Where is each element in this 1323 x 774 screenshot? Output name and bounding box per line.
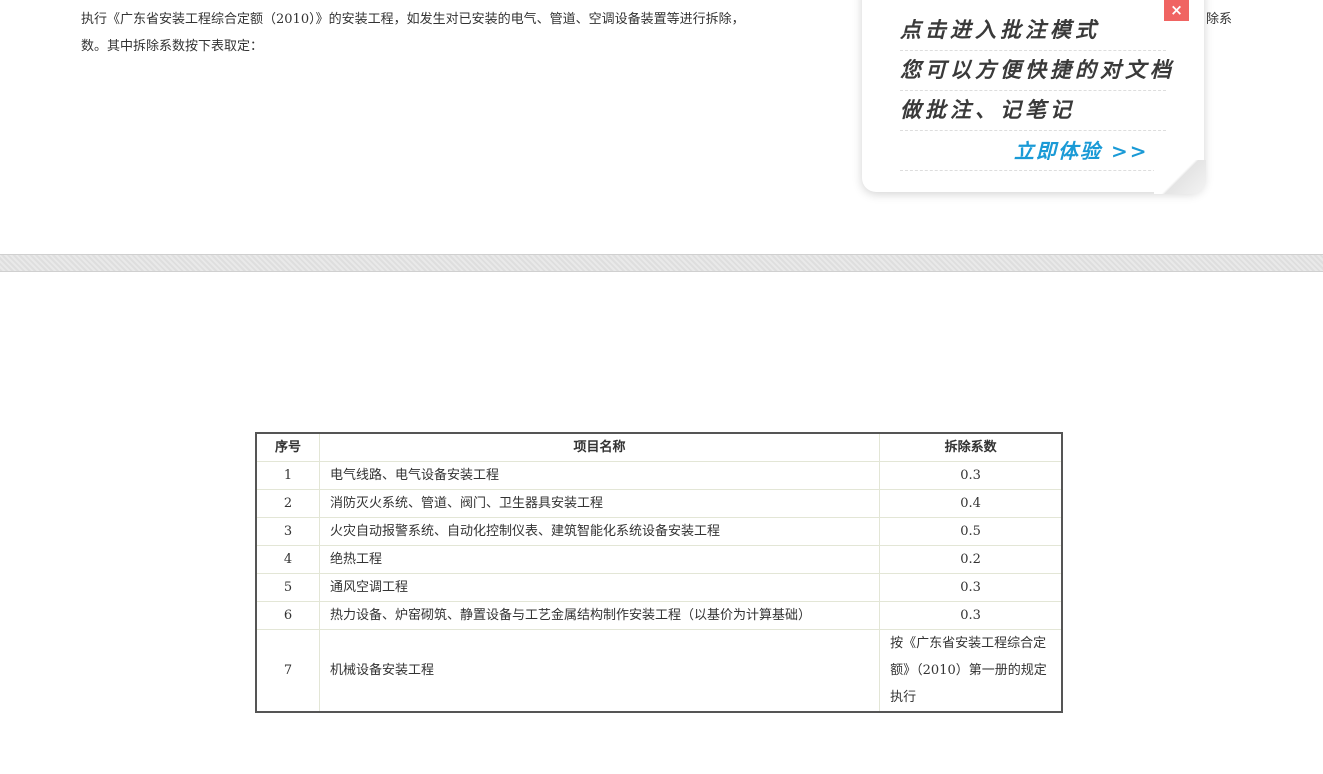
header-coefficient: 拆除系数 [879,432,1063,462]
cell-item-name: 热力设备、炉窑砌筑、静置设备与工艺金属结构制作安装工程（以基价为计算基础） [318,601,881,630]
removal-coefficient-table: 序号 项目名称 拆除系数 1 电气线路、电气设备安装工程 0.3 2 消防灭火系… [255,432,1063,713]
cell-coefficient: 0.3 [879,573,1063,602]
cell-item-name: 通风空调工程 [318,573,881,602]
table-row: 2 消防灭火系统、管道、阀门、卫生器具安装工程 0.4 [255,489,1063,518]
page-curl-decoration [1154,160,1206,194]
close-popup-button[interactable]: × [1164,0,1189,21]
cell-coefficient: 0.3 [879,601,1063,630]
document-page-lower: 序号 项目名称 拆除系数 1 电气线路、电气设备安装工程 0.3 2 消防灭火系… [0,272,1323,774]
cell-coefficient: 按《广东省安装工程综合定额》（2010）第一册的规定执行 [879,629,1063,713]
table-row: 4 绝热工程 0.2 [255,545,1063,574]
document-viewer: 执行《广东省安装工程综合定额（2010）》的安装工程，如发生对已安装的电气、管道… [0,0,1323,774]
table-row: 1 电气线路、电气设备安装工程 0.3 [255,461,1063,490]
table-row: 5 通风空调工程 0.3 [255,573,1063,602]
cell-no: 1 [255,461,320,490]
cell-coefficient: 0.4 [879,489,1063,518]
popup-line-3: 做批注、记笔记 [900,90,1166,131]
try-now-link[interactable]: 立即体验 >> [1014,136,1148,166]
cell-item-name: 机械设备安装工程 [318,629,881,713]
table-row: 6 热力设备、炉窑砌筑、静置设备与工艺金属结构制作安装工程（以基价为计算基础） … [255,601,1063,630]
cell-item-name: 电气线路、电气设备安装工程 [318,461,881,490]
cell-no: 5 [255,573,320,602]
paragraph-line-1-tail: 除系 [1206,12,1233,27]
table-header-row: 序号 项目名称 拆除系数 [255,432,1063,462]
cell-item-name: 绝热工程 [318,545,881,574]
header-item-name: 项目名称 [318,432,881,462]
document-page-upper: 执行《广东省安装工程综合定额（2010）》的安装工程，如发生对已安装的电气、管道… [0,0,1323,254]
cell-item-name: 消防灭火系统、管道、阀门、卫生器具安装工程 [318,489,881,518]
page-separator [0,254,1323,272]
cell-coefficient: 0.3 [879,461,1063,490]
table-row: 3 火灾自动报警系统、自动化控制仪表、建筑智能化系统设备安装工程 0.5 [255,517,1063,546]
cell-coefficient: 0.5 [879,517,1063,546]
cell-coefficient: 0.2 [879,545,1063,574]
cell-no: 2 [255,489,320,518]
header-no: 序号 [255,432,320,462]
cell-no: 6 [255,601,320,630]
cell-no: 4 [255,545,320,574]
popup-line-2: 您可以方便快捷的对文档 [900,50,1171,91]
table-row: 7 机械设备安装工程 按《广东省安装工程综合定额》（2010）第一册的规定执行 [255,629,1063,713]
cell-item-name: 火灾自动报警系统、自动化控制仪表、建筑智能化系统设备安装工程 [318,517,881,546]
cell-no: 3 [255,517,320,546]
annotation-promo-popup: 点击进入批注模式 您可以方便快捷的对文档 做批注、记笔记 立即体验 >> [862,0,1206,194]
popup-line-1: 点击进入批注模式 [900,10,1166,51]
cell-no: 7 [255,629,320,713]
